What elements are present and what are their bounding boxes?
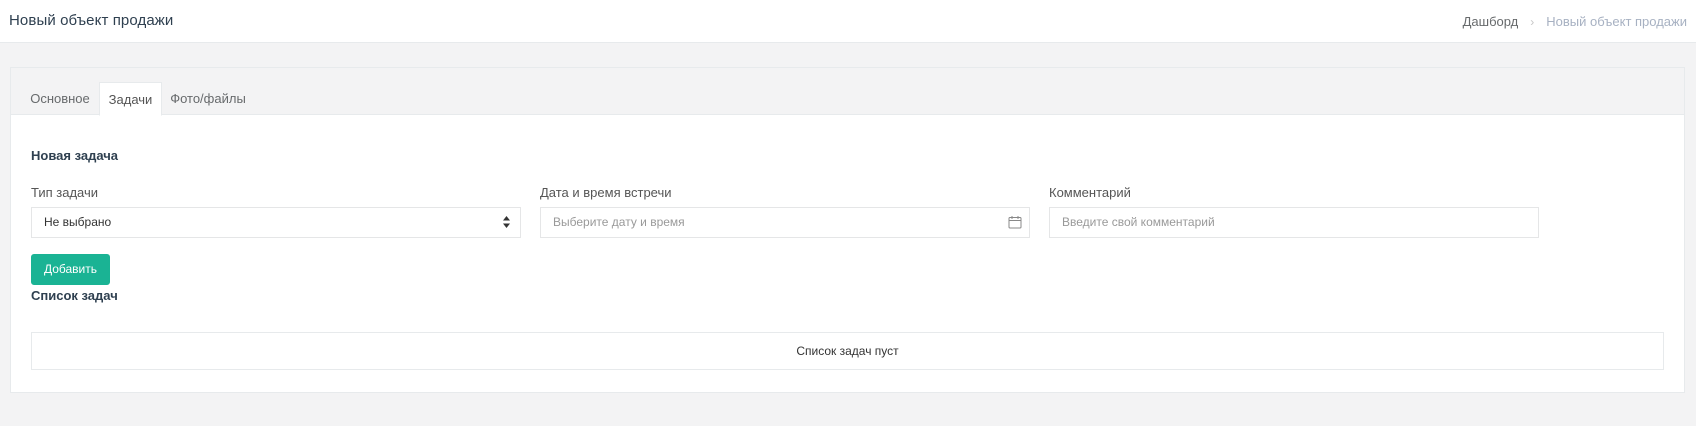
add-task-button[interactable]: Добавить [31,254,110,285]
breadcrumb-home-link[interactable]: Дашборд [1463,14,1519,29]
tab-photos-files[interactable]: Фото/файлы [162,82,254,116]
tabs-bar: Основное Задачи Фото/файлы [11,68,1684,116]
comment-placeholder: Введите свой комментарий [1062,215,1215,229]
tab-tasks[interactable]: Задачи [99,82,162,116]
breadcrumb-separator: › [1530,14,1535,29]
breadcrumb-current: Новый объект продажи [1546,14,1687,29]
task-list-empty: Список задач пуст [31,332,1664,370]
task-type-select[interactable]: Не выбрано [31,207,521,238]
task-list-title: Список задач [31,288,118,303]
task-type-value: Не выбрано [44,215,112,229]
tab-main[interactable]: Основное [21,82,99,116]
comment-input[interactable]: Введите свой комментарий [1049,207,1539,238]
page-title: Новый объект продажи [9,12,174,29]
meeting-datetime-label: Дата и время встречи [540,185,672,200]
calendar-icon[interactable] [1008,215,1022,229]
sort-arrows-icon [503,216,510,228]
new-task-title: Новая задача [31,148,119,163]
top-header: Новый объект продажи Дашборд › Новый объ… [0,0,1696,43]
breadcrumb: Дашборд › Новый объект продажи [1463,14,1687,29]
comment-label: Комментарий [1049,185,1131,200]
main-card: Основное Задачи Фото/файлы Новая задача … [10,67,1685,393]
meeting-datetime-input[interactable]: Выберите дату и время [540,207,1030,238]
task-type-label: Тип задачи [31,185,99,200]
meeting-datetime-placeholder: Выберите дату и время [553,215,685,229]
